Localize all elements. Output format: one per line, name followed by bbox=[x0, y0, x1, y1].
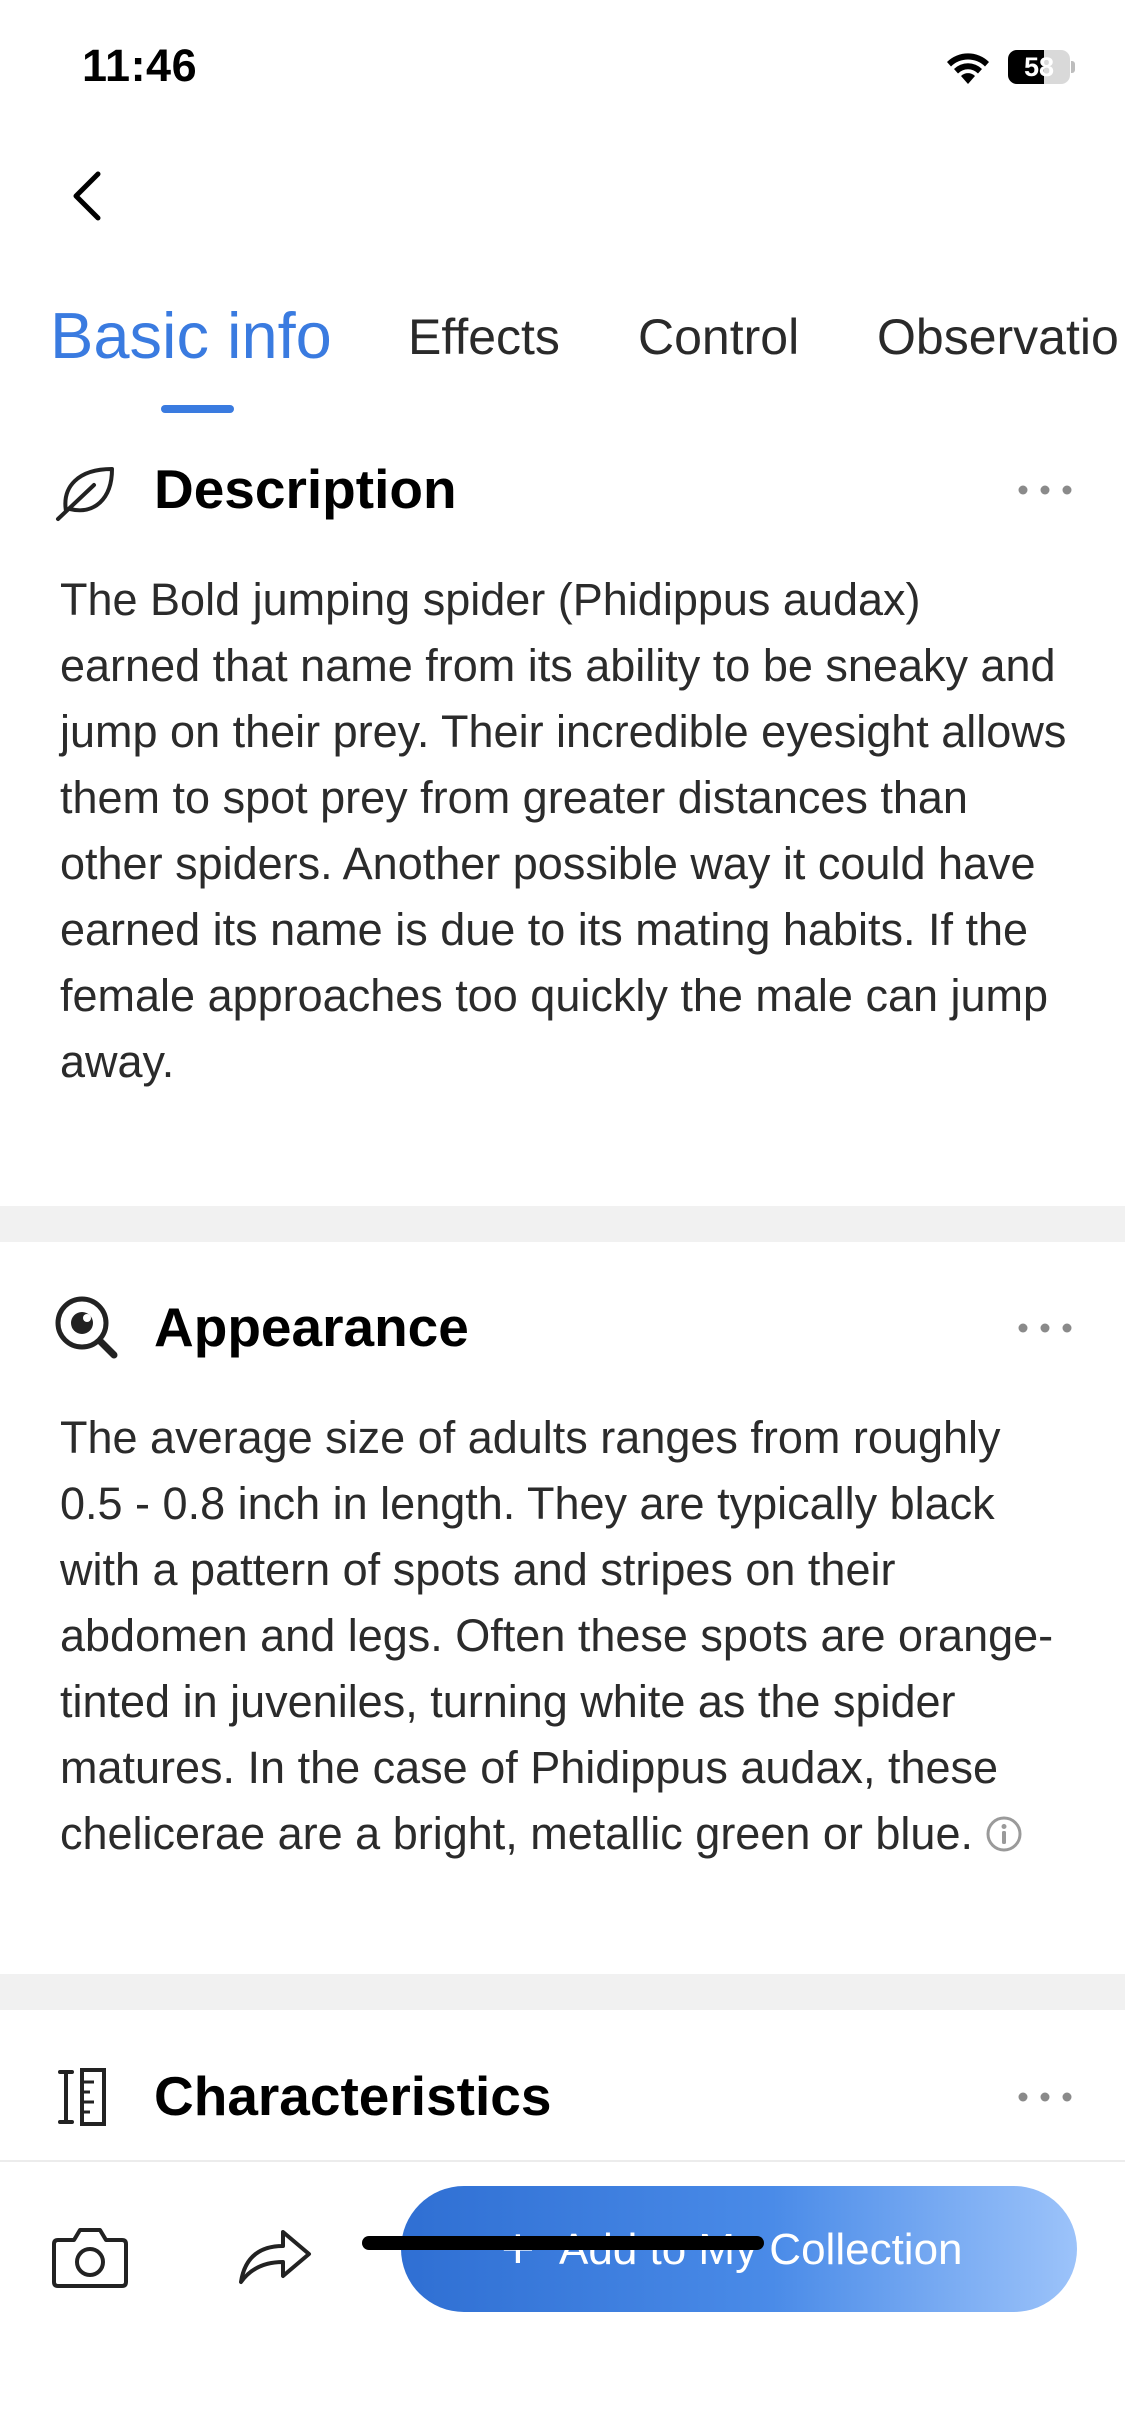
tab-control[interactable]: Control bbox=[638, 308, 799, 366]
appearance-body: The average size of adults ranges from r… bbox=[60, 1412, 1054, 1859]
battery-indicator: 58 bbox=[1008, 50, 1075, 84]
status-bar: 11:46 58 bbox=[0, 0, 1125, 140]
description-title: Description bbox=[154, 458, 457, 520]
description-text: The Bold jumping spider (Phidippus audax… bbox=[60, 574, 1067, 1087]
description-header: Description bbox=[0, 445, 1125, 535]
info-icon[interactable] bbox=[985, 1815, 1023, 1853]
characteristics-title: Characteristics bbox=[154, 2065, 552, 2127]
appearance-section: Appearance The average size of adults ra… bbox=[0, 1283, 1125, 1973]
home-indicator bbox=[362, 2236, 764, 2250]
appearance-header: Appearance bbox=[0, 1283, 1125, 1373]
section-divider bbox=[0, 1206, 1125, 1242]
section-divider bbox=[0, 1974, 1125, 2010]
more-options-icon[interactable] bbox=[1015, 1313, 1075, 1343]
back-button[interactable] bbox=[56, 160, 116, 230]
active-tab-indicator bbox=[161, 405, 234, 413]
tab-observation[interactable]: Observatio bbox=[877, 308, 1119, 366]
magnifier-eye-icon bbox=[55, 1296, 118, 1359]
tab-effects[interactable]: Effects bbox=[408, 308, 560, 366]
wifi-icon bbox=[947, 53, 989, 84]
ruler-icon bbox=[58, 2068, 106, 2126]
camera-button[interactable] bbox=[50, 2222, 130, 2292]
description-section: Description The Bold jumping spider (Phi… bbox=[0, 445, 1125, 1205]
battery-level: 58 bbox=[1023, 52, 1055, 82]
camera-icon bbox=[52, 2228, 128, 2288]
bottom-action-bar: + Add to My Collection bbox=[0, 2160, 1125, 2436]
share-arrow-icon bbox=[239, 2230, 311, 2284]
status-time: 11:46 bbox=[82, 40, 198, 91]
share-button[interactable] bbox=[235, 2220, 315, 2290]
chevron-left-icon bbox=[73, 171, 101, 221]
characteristics-section: Characteristics bbox=[0, 2052, 1125, 2160]
tab-bar: Basic info Effects Control Observatio bbox=[0, 290, 1125, 420]
appearance-title: Appearance bbox=[154, 1296, 469, 1358]
more-options-icon[interactable] bbox=[1015, 2082, 1075, 2112]
tab-basic-info[interactable]: Basic info bbox=[50, 298, 332, 373]
leaf-icon bbox=[56, 467, 114, 521]
appearance-text: The average size of adults ranges from r… bbox=[60, 1405, 1070, 1867]
more-options-icon[interactable] bbox=[1015, 475, 1075, 505]
add-to-collection-label: Add to My Collection bbox=[559, 2225, 963, 2274]
characteristics-header: Characteristics bbox=[0, 2052, 1125, 2142]
